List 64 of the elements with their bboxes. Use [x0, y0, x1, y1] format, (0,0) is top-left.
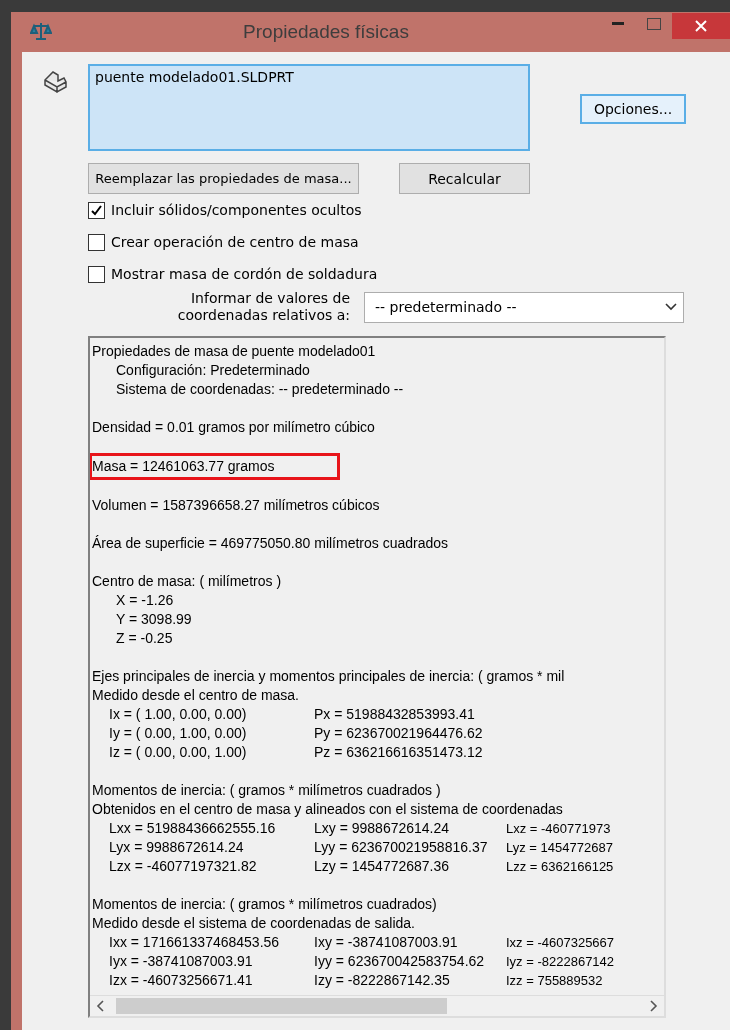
recalculate-button[interactable]: Recalcular — [399, 163, 530, 194]
report-line: Centro de masa: ( milímetros ) — [92, 573, 282, 589]
report-value: Px = 51988432853993.41 — [314, 705, 476, 724]
checkbox[interactable] — [88, 201, 105, 219]
part-icon — [42, 68, 68, 94]
checkbox-label: Incluir sólidos/componentes ocultos — [111, 202, 362, 218]
report-value: Lxy = 9988672614.24 — [314, 819, 451, 838]
minimize-icon — [612, 22, 624, 26]
report-value: Lzx = -46077197321.82 — [109, 857, 258, 876]
replace-button[interactable]: Reemplazar las propiedades de masa... — [88, 163, 359, 194]
report-value: Ixy = -38741087003.91 — [314, 933, 459, 952]
report-line: Masa = 12461063.77 gramos — [92, 456, 337, 477]
coordinates-label: Informar de valores de coordenadas relativos a: — [176, 290, 350, 324]
report-value: Izx = -46073256671.41 — [109, 971, 254, 990]
horizontal-scrollbar[interactable] — [90, 995, 664, 1016]
report-line: Ejes principales de inercia y momentos principales de inercia: ( gramos * mil — [92, 668, 565, 684]
report-value: Lyx = 9988672614.24 — [109, 838, 245, 857]
coordinates-dropdown[interactable]: -- predeterminado -- — [364, 291, 684, 323]
report-value: Ix = ( 1.00, 0.00, 0.00) — [109, 705, 248, 724]
chevron-right-icon[interactable] — [650, 1000, 658, 1012]
checkbox-label: Crear operación de centro de masa — [111, 234, 359, 250]
chevron-down-icon — [665, 303, 677, 311]
report-line: Medido desde el sistema de coordenadas de salida. — [92, 915, 415, 931]
checkbox[interactable] — [88, 265, 105, 283]
report-value: Lzy = 1454772687.36 — [314, 857, 451, 876]
checkbox-label: Mostrar masa de cordón de soldadura — [111, 266, 378, 282]
report-line: Configuración: Predeterminado — [116, 362, 310, 378]
report-value: Lxz = -460771973 — [506, 820, 611, 838]
report-value: Pz = 636216616351473.12 — [314, 743, 484, 762]
report-value: Iyz = -8222867142 — [506, 953, 615, 971]
chevron-left-icon[interactable] — [96, 1000, 104, 1012]
report-line: X = -1.26 — [116, 592, 174, 608]
report-value: Py = 623670021964476.62 — [314, 724, 484, 743]
close-icon — [695, 20, 707, 32]
report-value: Iy = ( 0.00, 1.00, 0.00) — [109, 724, 248, 743]
report-line: Propiedades de masa de puente modelado01 — [92, 343, 376, 359]
options-button[interactable]: Opciones... — [580, 94, 686, 124]
report-value: Izy = -8222867142.35 — [314, 971, 451, 990]
report-value: Iyy = 623670042583754.62 — [314, 952, 486, 971]
selection-list[interactable]: puente modelado01.SLDPRT — [88, 64, 530, 151]
report-line: Volumen = 1587396658.27 milímetros cúbicos — [92, 497, 380, 513]
scale-icon — [30, 21, 52, 43]
close-button[interactable] — [672, 13, 730, 39]
report-line: Z = -0.25 — [116, 630, 173, 646]
report-value: Ixz = -4607325667 — [506, 934, 615, 952]
report-line: Sistema de coordenadas: -- predeterminado -- — [116, 381, 404, 397]
maximize-icon — [647, 18, 661, 30]
report-line: Densidad = 0.01 gramos por milímetro cúbico — [92, 419, 375, 435]
report-value: Iyx = -38741087003.91 — [109, 952, 254, 971]
checkbox[interactable] — [88, 233, 105, 251]
report-value: Lyz = 1454772687 — [506, 839, 613, 857]
report-line: Área de superficie = 469775050.80 milímetros cuadrados — [92, 535, 449, 551]
report-value: Lxx = 51988436662555.16 — [109, 819, 277, 838]
report-line: Obtenidos en el centro de masa y alineados con el sistema de coordenadas — [92, 801, 563, 817]
report-value: Izz = 755889532 — [506, 972, 603, 990]
report-value: Lyy = 623670021958816.37 — [314, 838, 489, 857]
report-line: Medido desde el centro de masa. — [92, 687, 299, 703]
report-line: Y = 3098.99 — [116, 611, 192, 627]
report-value: Iz = ( 0.00, 0.00, 1.00) — [109, 743, 248, 762]
report-line: Momentos de inercia: ( gramos * milímetros cuadrados ) — [92, 782, 441, 798]
report-value: Lzz = 6362166125 — [506, 858, 614, 876]
report-value: Ixx = 171661337468453.56 — [109, 933, 281, 952]
report-line: Momentos de inercia: ( gramos * milímetros cuadrados) — [92, 896, 437, 912]
window-title: Propiedades físicas — [242, 21, 410, 43]
